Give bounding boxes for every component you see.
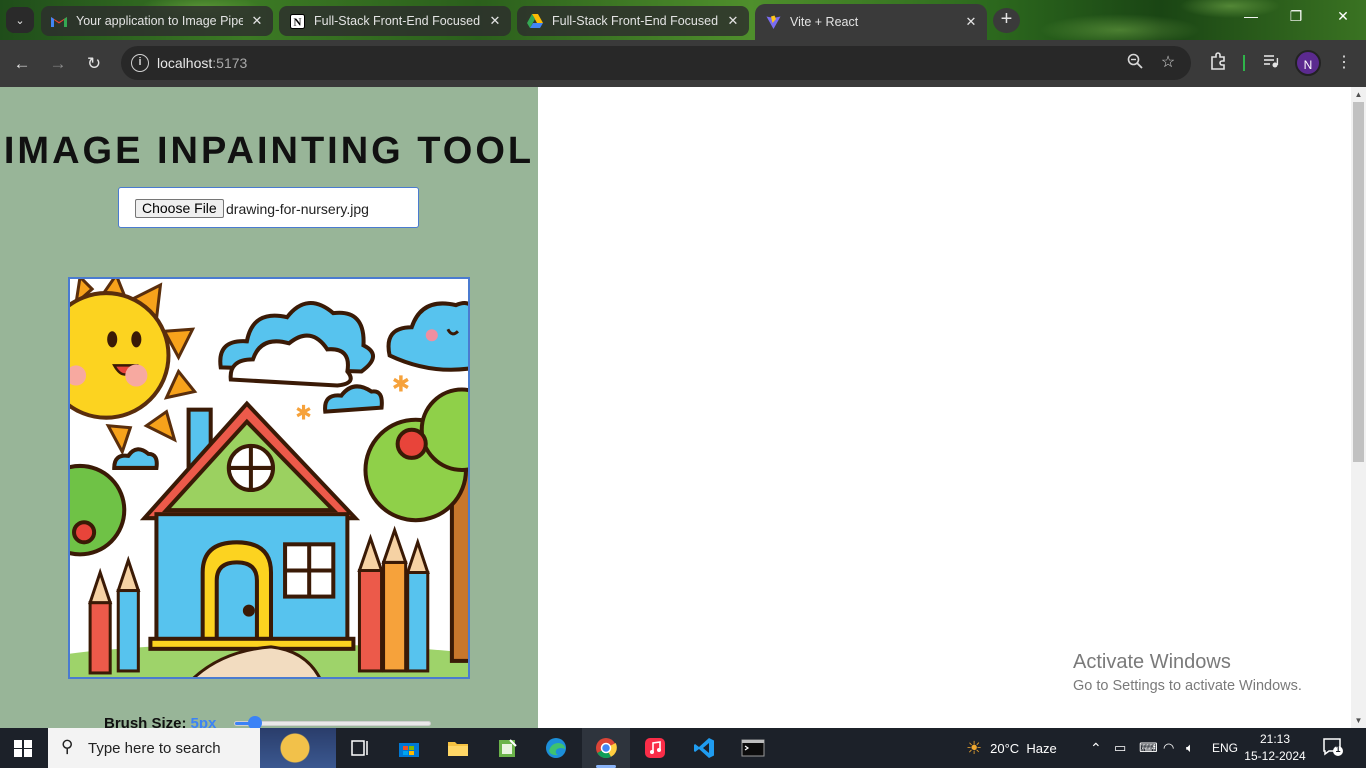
terminal-icon[interactable] <box>729 728 777 768</box>
wifi-icon[interactable]: ◠ <box>1163 728 1174 768</box>
reload-icon[interactable]: ↻ <box>81 51 107 77</box>
taskbar-search-box[interactable]: ⚲ Type here to search <box>48 728 336 768</box>
task-view-icon[interactable] <box>336 728 384 768</box>
edge-browser-icon[interactable] <box>532 728 580 768</box>
notification-count-badge: 1 <box>1335 744 1341 754</box>
windows-start-icon[interactable] <box>14 740 32 757</box>
close-icon[interactable]: ✕ <box>963 14 979 30</box>
drawing-canvas[interactable]: ✱ ✱ <box>68 277 470 679</box>
microsoft-store-icon[interactable] <box>385 728 433 768</box>
close-icon[interactable]: ✕ <box>487 13 503 29</box>
zoom-icon[interactable] <box>1125 53 1145 73</box>
browser-tab[interactable]: Full-Stack Front-End Focused In ✕ <box>517 6 749 36</box>
forward-icon[interactable]: → <box>45 51 71 77</box>
volume-icon[interactable]: 🔈︎ <box>1186 728 1194 768</box>
address-bar[interactable]: i localhost:5173 ☆ <box>121 46 1191 80</box>
tab-title: Full-Stack Front-End Focused In <box>314 14 481 28</box>
back-icon[interactable]: ← <box>9 51 35 77</box>
show-hidden-icons-chevron-icon[interactable]: ⌃ <box>1090 728 1102 768</box>
browser-tab-strip: ⌄ Your application to Image Pipel ✕ N Fu… <box>0 0 1366 40</box>
vite-icon <box>765 14 781 30</box>
battery-icon[interactable]: ▭ <box>1114 728 1126 768</box>
site-info-icon[interactable]: i <box>131 54 149 72</box>
svg-text:✱: ✱ <box>392 372 411 398</box>
page-title: IMAGE INPAINTING TOOL <box>3 130 535 172</box>
file-upload-box[interactable]: Choose File drawing-for-nursery.jpg <box>118 187 419 228</box>
search-highlight-image <box>260 728 336 768</box>
windows-taskbar: ⚲ Type here to search ☀ 20°C Haze ⌃ ▭ ⌨ … <box>0 728 1366 768</box>
selected-file-name: drawing-for-nursery.jpg <box>226 201 369 217</box>
uploaded-image: ✱ ✱ <box>70 279 468 677</box>
window-close-icon[interactable]: ✕ <box>1328 8 1358 25</box>
google-drive-icon <box>527 13 543 29</box>
close-icon[interactable]: ✕ <box>725 13 741 29</box>
browser-tab-active[interactable]: Vite + React ✕ <box>755 4 987 40</box>
notification-center-icon[interactable]: 1 <box>1323 738 1345 758</box>
language-indicator[interactable]: ENG <box>1212 728 1238 768</box>
svg-text:N: N <box>293 16 301 28</box>
profile-avatar[interactable]: N <box>1295 50 1321 76</box>
music-app-icon[interactable] <box>631 728 679 768</box>
minimize-icon[interactable]: — <box>1236 8 1266 24</box>
search-icon: ⚲ <box>61 737 74 756</box>
browser-tab[interactable]: Your application to Image Pipel ✕ <box>41 6 273 36</box>
vscode-icon[interactable] <box>680 728 728 768</box>
new-tab-button[interactable]: + <box>993 8 1020 33</box>
browser-toolbar: ← → ↻ i localhost:5173 ☆ N ⋮ <box>0 40 1366 87</box>
tab-search-button[interactable]: ⌄ <box>6 7 34 33</box>
gmail-icon <box>51 13 67 29</box>
choose-file-button[interactable]: Choose File <box>135 199 224 218</box>
slider-thumb[interactable] <box>247 716 262 728</box>
system-clock[interactable]: 21:13 15-12-2024 <box>1240 731 1310 765</box>
file-explorer-icon[interactable] <box>434 728 482 768</box>
scroll-down-arrow-icon[interactable]: ▼ <box>1351 716 1366 725</box>
bookmark-star-icon[interactable]: ☆ <box>1158 53 1178 73</box>
notion-icon: N <box>289 13 305 29</box>
chrome-browser-icon[interactable] <box>582 728 630 768</box>
weather-widget[interactable]: ☀ 20°C Haze <box>966 728 1057 768</box>
tab-title: Full-Stack Front-End Focused In <box>552 14 719 28</box>
menu-kebab-icon[interactable]: ⋮ <box>1333 52 1355 74</box>
close-icon[interactable]: ✕ <box>249 13 265 29</box>
brush-size-value: 5px <box>190 715 217 728</box>
url-text[interactable]: localhost:5173 <box>157 55 247 71</box>
toolbar-divider <box>1243 55 1245 71</box>
meet-now-icon[interactable]: ⌨ <box>1139 728 1158 768</box>
weather-haze-icon: ☀ <box>966 737 983 758</box>
scroll-up-arrow-icon[interactable]: ▲ <box>1351 90 1366 99</box>
page-viewport: IMAGE INPAINTING TOOL Choose File drawin… <box>0 87 1366 728</box>
svg-text:✱: ✱ <box>295 401 312 425</box>
vertical-scrollbar[interactable]: ▲ ▼ <box>1351 87 1366 728</box>
activate-windows-watermark: Activate Windows Go to Settings to activ… <box>1073 651 1302 694</box>
scrollbar-thumb[interactable] <box>1353 102 1364 462</box>
brush-size-slider[interactable] <box>234 716 431 728</box>
media-controls-icon[interactable] <box>1260 52 1282 74</box>
extensions-icon[interactable] <box>1207 52 1229 74</box>
brush-size-label: Brush Size: 5px <box>104 715 216 728</box>
sun-illustration <box>70 279 198 456</box>
restore-icon[interactable]: ❐ <box>1281 8 1311 25</box>
tab-title: Vite + React <box>790 15 859 29</box>
editor-panel: IMAGE INPAINTING TOOL Choose File drawin… <box>0 87 538 728</box>
tab-title: Your application to Image Pipel <box>76 14 243 28</box>
browser-tab[interactable]: N Full-Stack Front-End Focused In ✕ <box>279 6 511 36</box>
notepad-app-icon[interactable] <box>483 728 531 768</box>
